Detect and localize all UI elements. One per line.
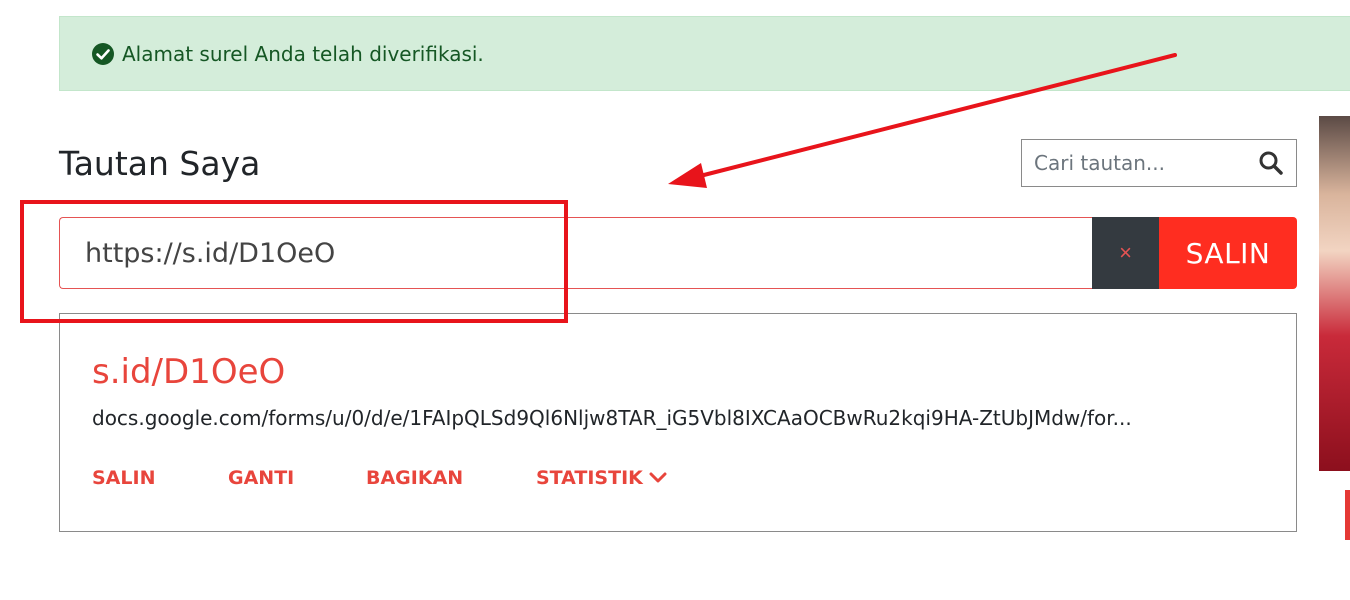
link-actions: SALIN GANTI BAGIKAN STATISTIK <box>92 464 667 492</box>
search-icon[interactable] <box>1258 150 1284 176</box>
short-link[interactable]: s.id/D1OeO <box>92 350 285 394</box>
page-title: Tautan Saya <box>59 144 261 183</box>
change-link-button[interactable]: GANTI <box>228 464 366 492</box>
shortened-url-input[interactable] <box>59 217 1092 289</box>
copy-button[interactable]: SALIN <box>1159 217 1297 289</box>
shortened-url-row: × SALIN <box>59 217 1297 289</box>
link-card: s.id/D1OeO docs.google.com/forms/u/0/d/e… <box>59 313 1297 532</box>
close-icon: × <box>1119 240 1132 265</box>
clear-button[interactable]: × <box>1092 217 1159 289</box>
search-input[interactable] <box>1022 140 1258 186</box>
stats-dropdown-button[interactable]: STATISTIK <box>536 464 667 492</box>
alert-message: Alamat surel Anda telah diverifikasi. <box>122 41 484 66</box>
stats-label: STATISTIK <box>536 467 643 489</box>
search-box <box>1021 139 1297 187</box>
success-alert: Alamat surel Anda telah diverifikasi. <box>59 16 1350 91</box>
check-circle-icon <box>91 42 115 66</box>
ad-edge <box>1345 490 1350 540</box>
copy-link-button[interactable]: SALIN <box>92 464 228 492</box>
share-link-button[interactable]: BAGIKAN <box>366 464 536 492</box>
ad-image[interactable] <box>1319 116 1350 471</box>
chevron-down-icon <box>649 471 667 485</box>
destination-url: docs.google.com/forms/u/0/d/e/1FAIpQLSd9… <box>92 406 1132 430</box>
page: Alamat surel Anda telah diverifikasi. Ta… <box>0 0 1350 600</box>
